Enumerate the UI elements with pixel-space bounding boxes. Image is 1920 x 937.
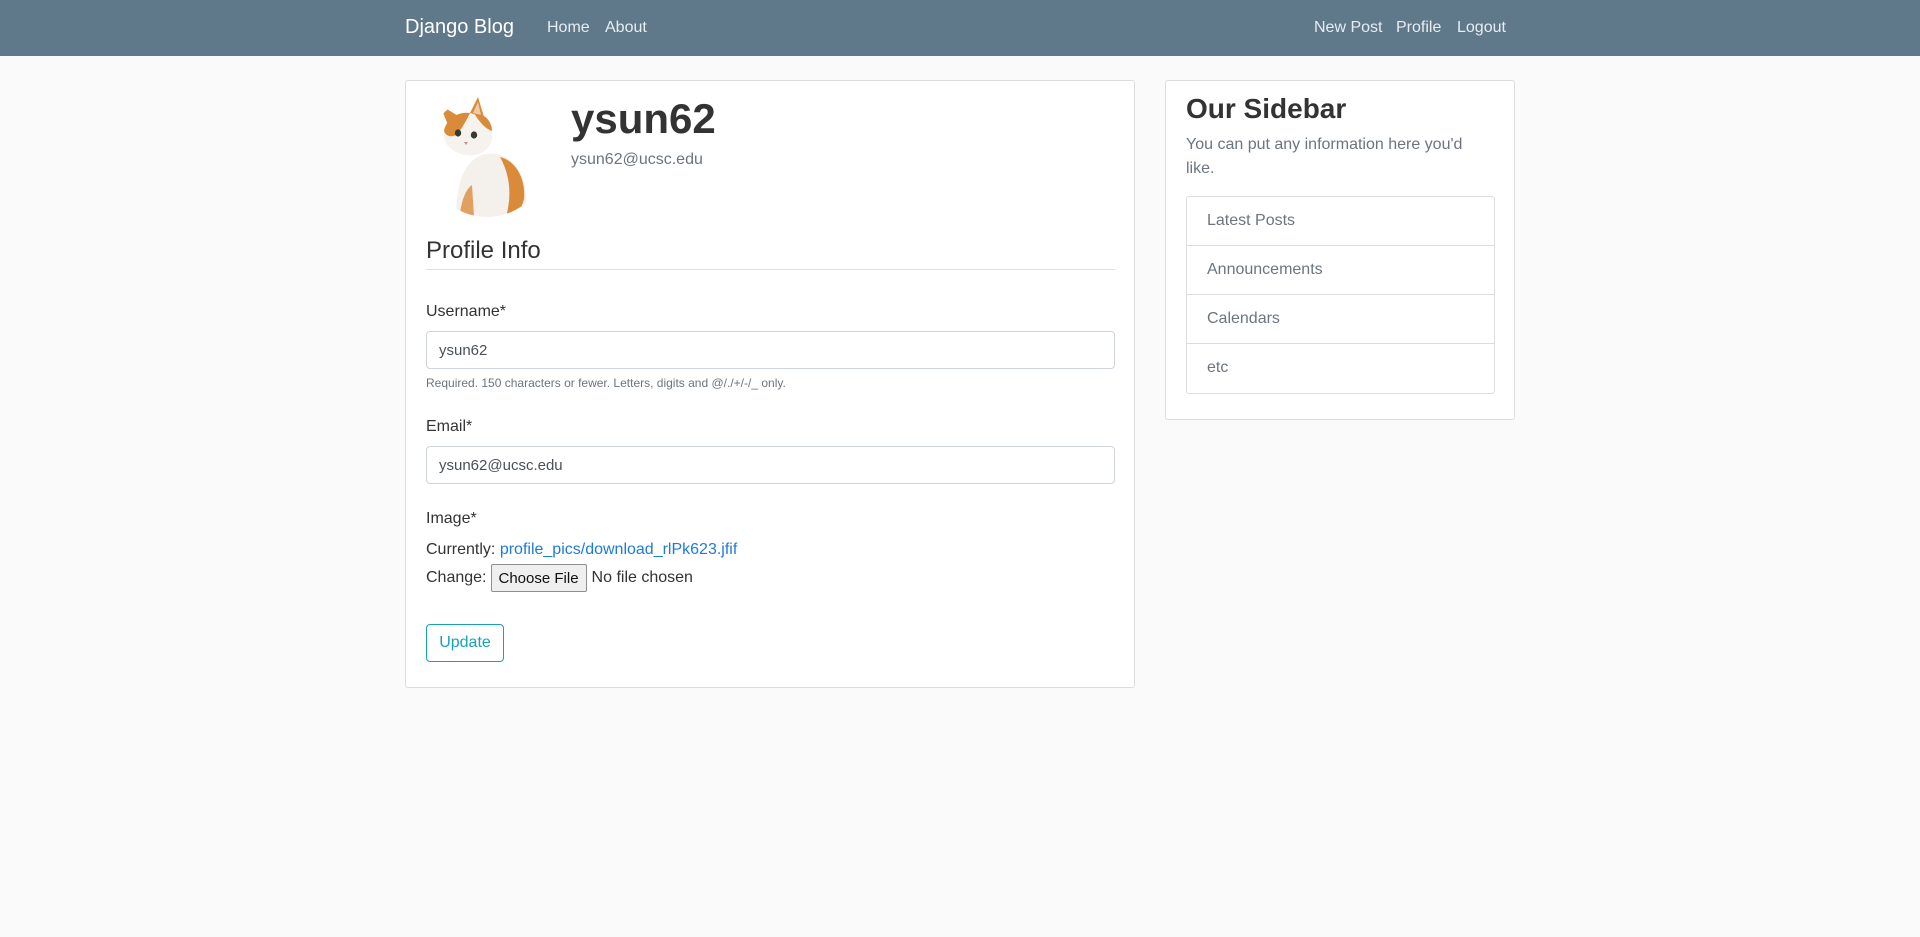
- nav-logout-link[interactable]: Logout: [1457, 19, 1506, 37]
- sidebar-item-announcements[interactable]: Announcements: [1187, 246, 1494, 295]
- username-input[interactable]: [426, 331, 1115, 369]
- cat-photo-icon: [426, 95, 548, 217]
- avatar: [426, 95, 548, 217]
- nav-profile-link[interactable]: Profile: [1396, 19, 1441, 37]
- username-label: Username*: [426, 303, 507, 320]
- image-label: Image*: [426, 510, 477, 527]
- sidebar-list: Latest Posts Announcements Calendars etc: [1186, 196, 1495, 394]
- nav-home-link[interactable]: Home: [547, 19, 590, 37]
- update-button[interactable]: Update: [426, 624, 504, 662]
- change-label: Change:: [426, 569, 487, 586]
- currently-label: Currently:: [426, 541, 496, 558]
- sidebar-item-latest-posts[interactable]: Latest Posts: [1187, 197, 1494, 246]
- email-label: Email*: [426, 418, 473, 435]
- profile-card: ysun62 ysun62@ucsc.edu Profile Info User…: [405, 80, 1135, 688]
- top-navbar: Django Blog Home About New Post Profile …: [0, 0, 1920, 56]
- sidebar-item-calendars[interactable]: Calendars: [1187, 295, 1494, 344]
- account-email-text: ysun62@ucsc.edu: [571, 151, 703, 168]
- nav-new-post-link[interactable]: New Post: [1314, 19, 1382, 37]
- sidebar-title: Our Sidebar: [1186, 93, 1347, 124]
- sidebar-description: You can put any information here you'd l…: [1186, 136, 1463, 177]
- account-username-heading: ysun62: [571, 95, 716, 142]
- change-image-row: Change: Choose File No file chosen: [426, 564, 693, 592]
- current-image-link[interactable]: profile_pics/download_rlPk623.jfif: [500, 541, 737, 558]
- nav-about-link[interactable]: About: [605, 19, 647, 37]
- sidebar-card: Our Sidebar You can put any information …: [1165, 80, 1515, 420]
- brand-link[interactable]: Django Blog: [405, 16, 514, 39]
- email-input[interactable]: [426, 446, 1115, 484]
- choose-file-button[interactable]: Choose File: [490, 564, 587, 592]
- current-image-row: Currently: profile_pics/download_rlPk623…: [426, 541, 737, 559]
- sidebar-item-etc[interactable]: etc: [1187, 344, 1494, 393]
- username-help-text: Required. 150 characters or fewer. Lette…: [426, 376, 786, 390]
- no-file-chosen-text: No file chosen: [591, 569, 693, 586]
- form-legend: Profile Info: [426, 237, 1115, 270]
